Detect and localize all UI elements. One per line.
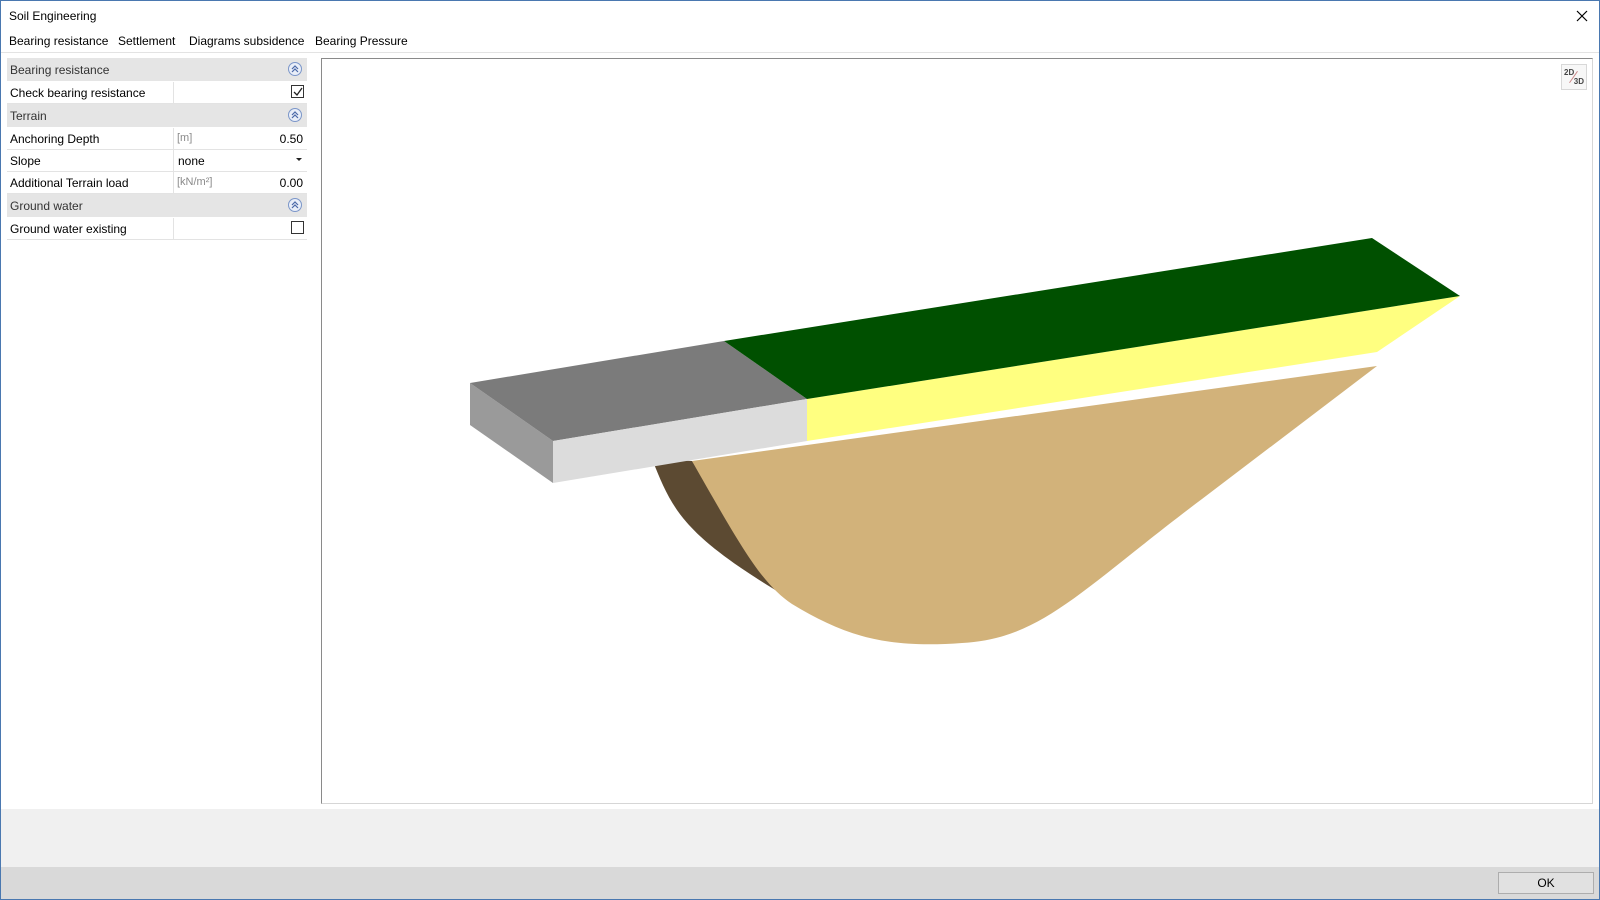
unit-label: [kN/m²] bbox=[177, 176, 213, 188]
close-button[interactable] bbox=[1565, 1, 1599, 31]
section-ground-water: Ground water bbox=[7, 194, 307, 218]
3d-viewport[interactable]: 2D 3D bbox=[321, 58, 1593, 804]
slope-value: none bbox=[178, 154, 205, 168]
row-label: Additional Terrain load bbox=[10, 176, 129, 190]
checkmark-icon bbox=[293, 87, 303, 97]
collapse-icon[interactable] bbox=[288, 108, 302, 122]
row-ground-water-existing: Ground water existing bbox=[7, 218, 307, 240]
row-label: Anchoring Depth bbox=[10, 132, 100, 146]
anchoring-depth-input[interactable]: [m] 0.50 bbox=[174, 128, 308, 149]
toggle-3d-label: 3D bbox=[1573, 77, 1584, 86]
section-header-label: Ground water bbox=[10, 199, 83, 213]
close-icon bbox=[1576, 10, 1588, 22]
collapse-icon[interactable] bbox=[288, 62, 302, 76]
view-2d-3d-toggle[interactable]: 2D 3D bbox=[1561, 64, 1587, 90]
title-bar: Soil Engineering bbox=[1, 1, 1599, 31]
section-header-label: Bearing resistance bbox=[10, 63, 110, 77]
anchoring-depth-value: 0.50 bbox=[279, 132, 303, 146]
additional-terrain-load-value: 0.00 bbox=[279, 176, 303, 190]
value-cell: [kN/m²] 0.00 bbox=[173, 172, 308, 193]
tab-bearing-resistance[interactable]: Bearing resistance bbox=[9, 34, 108, 48]
value-cell: none bbox=[173, 150, 308, 171]
section-bearing-resistance: Bearing resistance bbox=[7, 58, 307, 82]
tab-bearing-pressure[interactable]: Bearing Pressure bbox=[315, 34, 408, 48]
row-label: Check bearing resistance bbox=[10, 86, 146, 100]
additional-terrain-load-input[interactable]: [kN/m²] 0.00 bbox=[174, 172, 308, 193]
soil-failure-scene bbox=[470, 238, 1460, 645]
tab-diagrams-subsidence[interactable]: Diagrams subsidence bbox=[189, 34, 304, 48]
section-header-label: Terrain bbox=[10, 109, 47, 123]
value-cell bbox=[173, 218, 308, 239]
status-bar: OK bbox=[1, 867, 1599, 899]
ground-water-existing-checkbox[interactable] bbox=[291, 221, 304, 234]
soil-engineering-window: Soil Engineering Bearing resistance Sett… bbox=[0, 0, 1600, 900]
dropdown-arrow-icon bbox=[296, 158, 302, 161]
row-label: Slope bbox=[10, 154, 41, 168]
row-label: Ground water existing bbox=[10, 222, 127, 236]
slope-select[interactable]: none bbox=[174, 150, 308, 171]
ok-button[interactable]: OK bbox=[1498, 872, 1594, 894]
value-cell: [m] 0.50 bbox=[173, 128, 308, 149]
property-grid: Bearing resistance Check bearing resista… bbox=[7, 58, 307, 240]
row-anchoring-depth: Anchoring Depth [m] 0.50 bbox=[7, 128, 307, 150]
check-bearing-resistance-checkbox[interactable] bbox=[291, 85, 304, 98]
unit-label: [m] bbox=[177, 132, 193, 144]
row-slope: Slope none bbox=[7, 150, 307, 172]
row-check-bearing-resistance: Check bearing resistance bbox=[7, 82, 307, 104]
collapse-icon[interactable] bbox=[288, 198, 302, 212]
row-additional-terrain-load: Additional Terrain load [kN/m²] 0.00 bbox=[7, 172, 307, 194]
tab-bar: Bearing resistance Settlement Diagrams s… bbox=[1, 32, 1599, 53]
bottom-area bbox=[1, 809, 1599, 867]
tab-settlement[interactable]: Settlement bbox=[118, 34, 175, 48]
window-title: Soil Engineering bbox=[9, 9, 97, 23]
value-cell bbox=[173, 82, 308, 103]
section-terrain: Terrain bbox=[7, 104, 307, 128]
